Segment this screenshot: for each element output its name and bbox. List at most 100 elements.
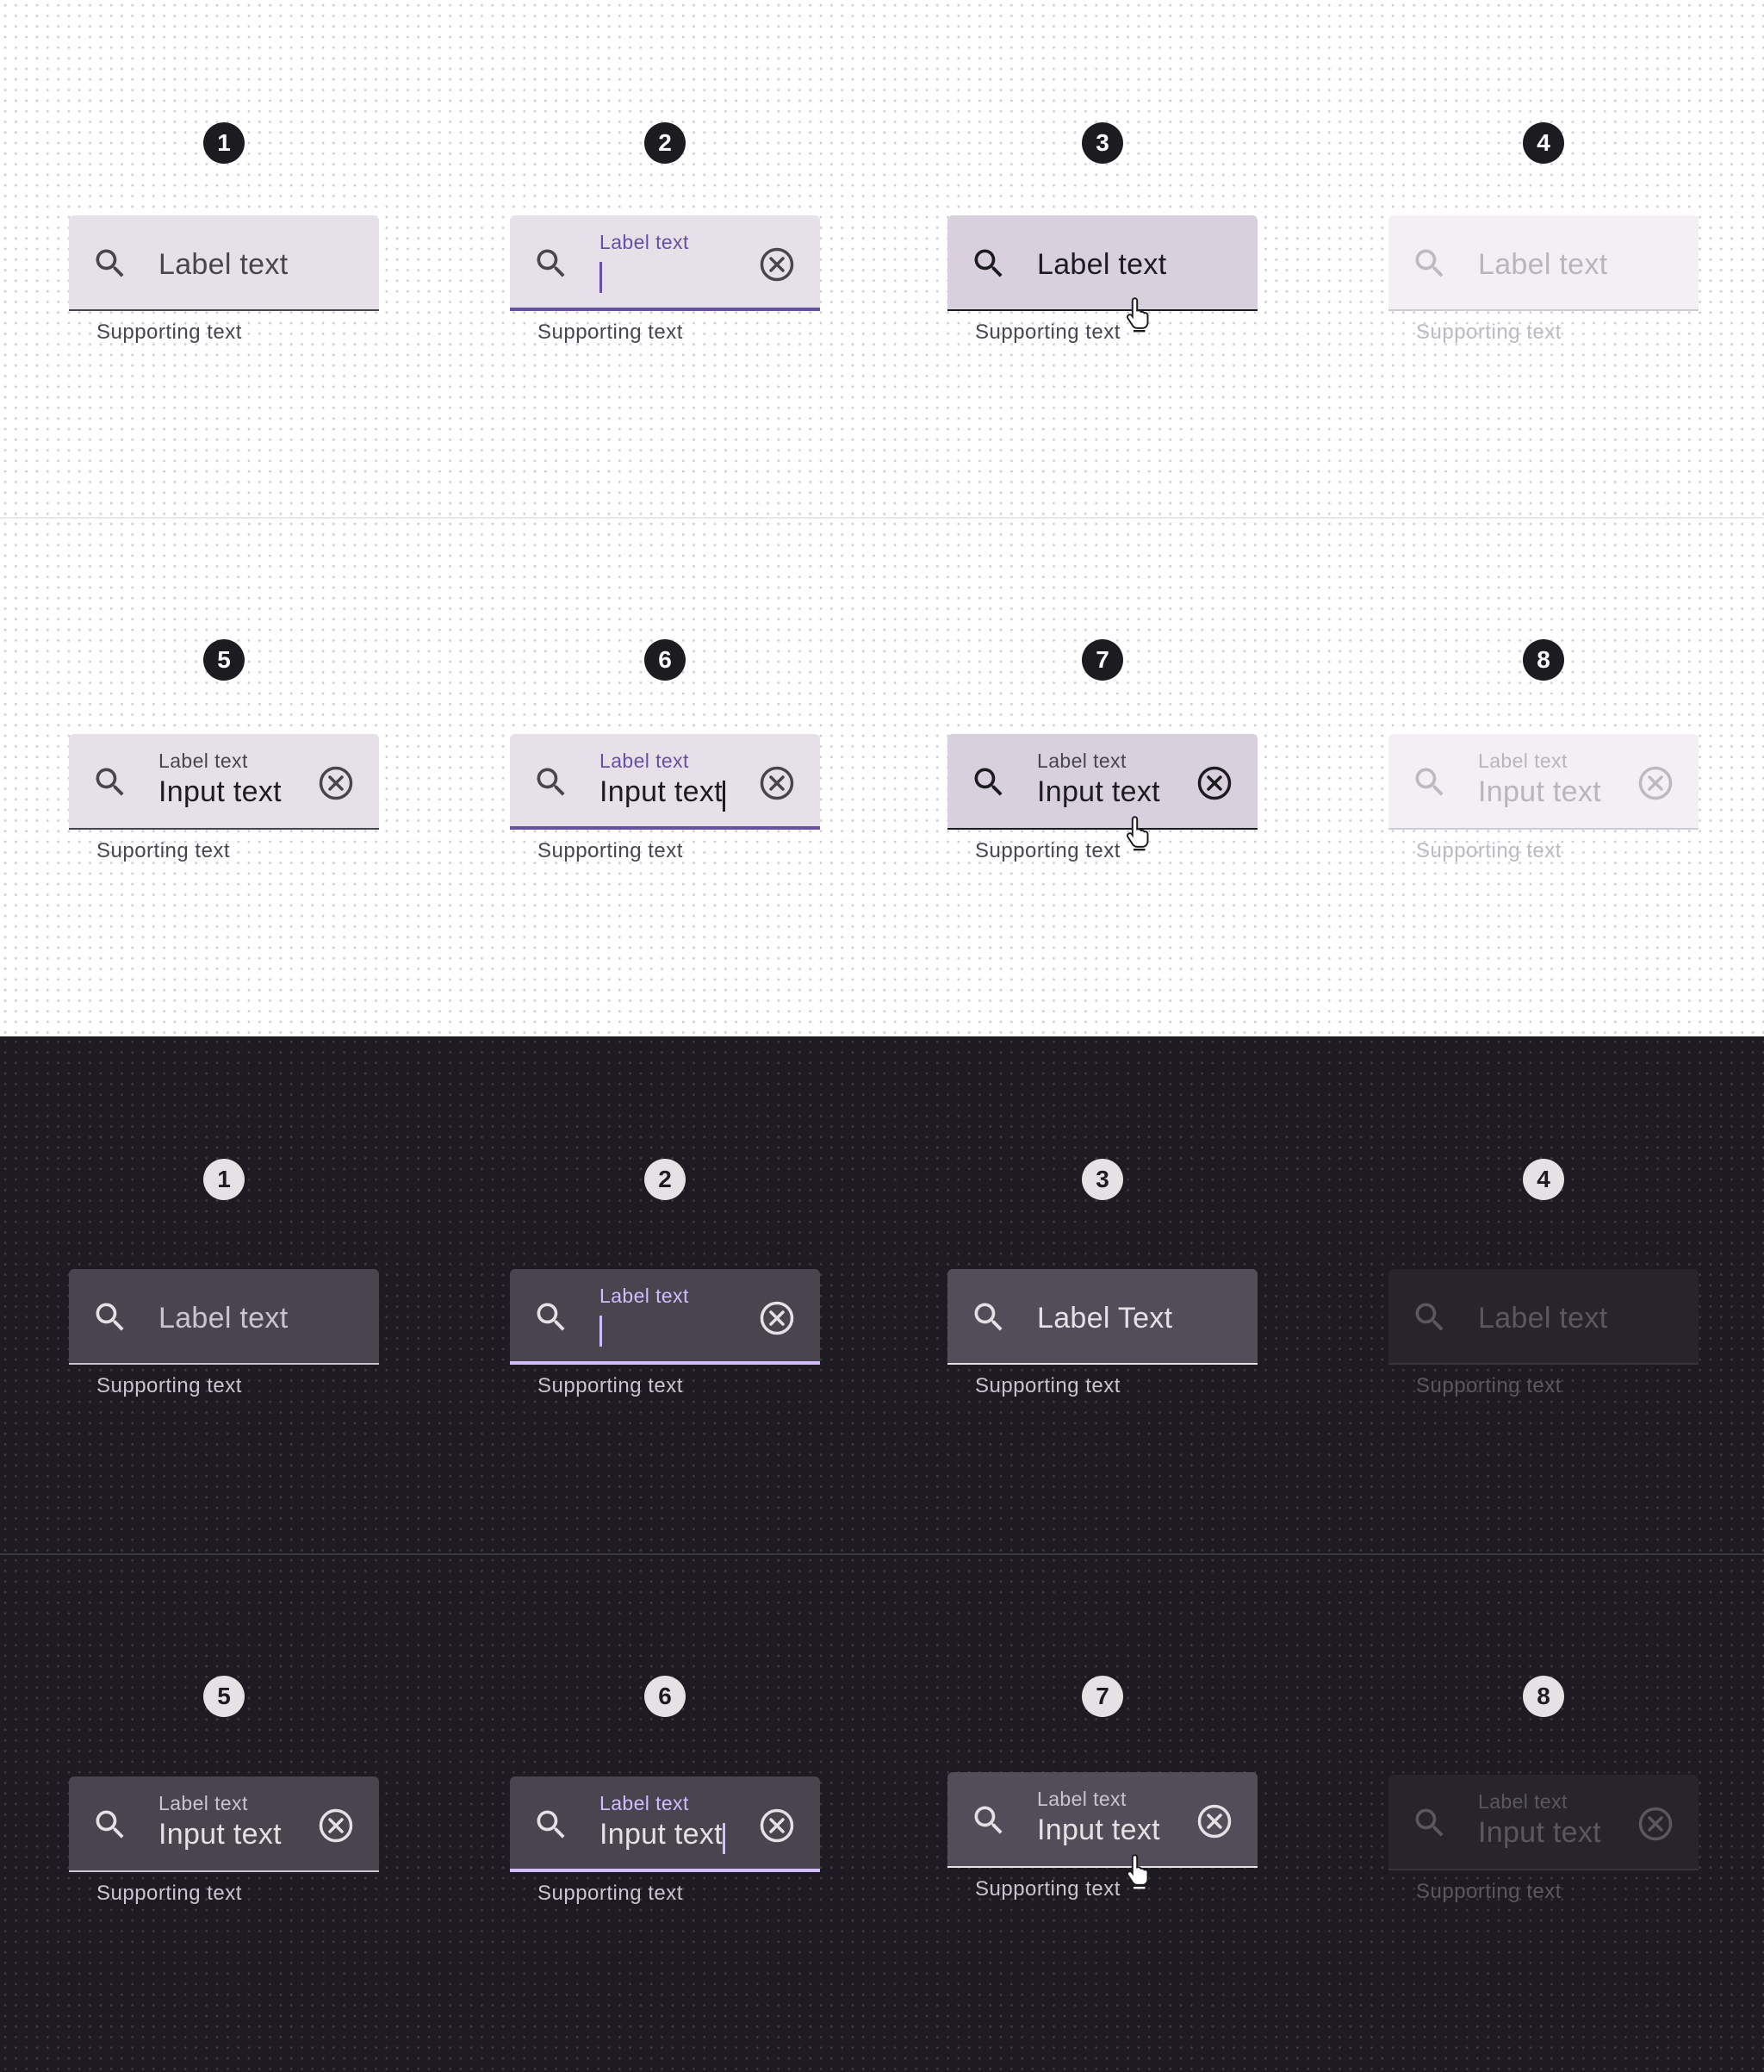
input-value[interactable]: Input text: [599, 1818, 723, 1851]
search-field-filled-disabled: Label text Input text Supporting text: [1388, 1775, 1699, 1903]
field-label: Label text: [1478, 1302, 1608, 1335]
field-label: Label text: [599, 1792, 689, 1814]
input-value[interactable]: Input text: [1037, 775, 1160, 809]
field-label: Label text: [1478, 1790, 1568, 1813]
field-label: Label text: [158, 248, 289, 281]
supporting-text: Supporting text: [1416, 839, 1562, 862]
search-field-filled-focused[interactable]: Label text Input text Supporting text: [510, 734, 820, 862]
search-field-focused[interactable]: Label text Supporting text: [510, 215, 820, 344]
active-indicator: [510, 1869, 820, 1872]
field-label: Label Text: [1037, 1302, 1173, 1335]
clear-circle-icon[interactable]: [759, 1300, 795, 1336]
supporting-text: Supporting text: [537, 320, 683, 344]
search-icon: [1415, 249, 1444, 277]
text-caret: [723, 781, 725, 812]
supporting-text: Supporting text: [96, 1374, 242, 1397]
state-badge: 7: [1082, 1676, 1123, 1717]
page: 1 2 3 4 Label text Supporting text Label…: [0, 0, 1764, 2072]
hand-pointer-cursor-icon: [1126, 816, 1149, 851]
search-icon[interactable]: [91, 763, 129, 801]
field-label: Label text: [599, 1285, 689, 1307]
dark-states-row-filled: 5 6 7 8 Label text Input text Supporting…: [0, 1555, 1764, 2072]
state-badge: 4: [1523, 1159, 1564, 1200]
supporting-text: Supporting text: [975, 1374, 1121, 1397]
light-states-row-filled: 5 6 7 8 Label text Input text Suporting …: [0, 519, 1764, 1036]
field-label: Label text: [158, 1302, 289, 1335]
search-field-filled-hovered[interactable]: Label text Input text Supporting text: [947, 1772, 1258, 1901]
search-field-hovered[interactable]: Label text Supporting text: [947, 215, 1258, 344]
clear-circle-icon[interactable]: [759, 765, 795, 801]
search-icon[interactable]: [970, 763, 1008, 801]
input-value: Input text: [1478, 775, 1601, 808]
search-field-hovered[interactable]: Label Text Supporting text: [947, 1269, 1258, 1397]
input-value[interactable]: Input text: [158, 1818, 282, 1851]
clear-circle-icon[interactable]: [759, 246, 795, 283]
active-indicator: [69, 1363, 379, 1365]
search-field-enabled[interactable]: Label text Supporting text: [69, 1269, 379, 1397]
state-badge: 6: [644, 639, 686, 681]
field-label: Label text: [1478, 750, 1568, 772]
search-icon[interactable]: [970, 1298, 1008, 1336]
search-icon[interactable]: [91, 1298, 129, 1336]
state-badge: 7: [1082, 639, 1123, 681]
input-value[interactable]: Input text: [599, 775, 723, 809]
state-badge: 5: [203, 639, 245, 681]
supporting-text: Supporting text: [1416, 1880, 1562, 1903]
supporting-text: Supporting text: [975, 1877, 1121, 1901]
search-icon[interactable]: [532, 763, 570, 801]
active-indicator: [1388, 1363, 1699, 1365]
search-icon[interactable]: [532, 245, 570, 283]
supporting-text: Supporting text: [96, 1882, 242, 1905]
active-indicator: [947, 1866, 1258, 1868]
search-icon[interactable]: [91, 245, 129, 283]
search-field-disabled: Label text Supporting text: [1388, 215, 1699, 344]
search-field-disabled: Label text Supporting text: [1388, 1269, 1699, 1397]
supporting-text: Supporting text: [975, 320, 1121, 344]
active-indicator: [1388, 309, 1699, 311]
search-field-filled-enabled[interactable]: Label text Input text Supporting text: [69, 1776, 379, 1905]
search-icon[interactable]: [532, 1298, 570, 1336]
supporting-text: Supporting text: [537, 1374, 683, 1397]
clear-circle-icon[interactable]: [318, 1808, 354, 1844]
field-label: Label text: [1478, 248, 1608, 281]
state-badge: 3: [1082, 122, 1123, 164]
search-field-focused[interactable]: Label text Supporting text: [510, 1269, 820, 1397]
text-caret: [599, 262, 602, 293]
state-badge: 1: [203, 1159, 245, 1200]
search-icon: [1415, 1303, 1444, 1331]
search-icon[interactable]: [970, 1801, 1008, 1839]
field-label: Label text: [1037, 248, 1167, 281]
clear-circle-icon[interactable]: [1196, 1803, 1233, 1839]
state-badge: 2: [644, 1159, 686, 1200]
supporting-text: Supporting text: [1416, 320, 1562, 344]
state-badge: 4: [1523, 122, 1564, 164]
search-icon[interactable]: [970, 245, 1008, 283]
supporting-text: Supporting text: [537, 1882, 683, 1905]
clear-circle-icon: [1638, 766, 1673, 800]
supporting-text: Supporting text: [975, 839, 1121, 862]
active-indicator: [1388, 828, 1699, 830]
supporting-text: Supporting text: [1416, 1374, 1562, 1397]
input-value: Input text: [1478, 1816, 1601, 1849]
active-indicator: [1388, 1869, 1699, 1870]
field-label: Label text: [158, 1792, 248, 1814]
clear-circle-icon[interactable]: [1196, 765, 1233, 801]
search-field-enabled[interactable]: Label text Supporting text: [69, 215, 379, 344]
state-badge: 8: [1523, 1676, 1564, 1717]
search-field-filled-hovered[interactable]: Label text Input text Supporting text: [947, 734, 1258, 862]
clear-circle-icon[interactable]: [318, 765, 354, 801]
search-icon[interactable]: [91, 1806, 129, 1844]
search-field-filled-focused[interactable]: Label text Input text Supporting text: [510, 1776, 820, 1905]
active-indicator: [510, 826, 820, 830]
clear-circle-icon[interactable]: [759, 1808, 795, 1844]
input-value[interactable]: Input text: [158, 775, 282, 809]
supporting-text: Suporting text: [96, 839, 231, 862]
active-indicator: [69, 828, 379, 830]
field-label: Label text: [158, 750, 248, 772]
search-field-filled-enabled[interactable]: Label text Input text Suporting text: [69, 734, 379, 862]
text-caret: [723, 1823, 725, 1854]
input-value[interactable]: Input text: [1037, 1814, 1160, 1847]
field-label: Label text: [1037, 1788, 1127, 1810]
search-icon[interactable]: [532, 1806, 570, 1844]
hand-pointer-cursor-icon: [1126, 297, 1149, 333]
